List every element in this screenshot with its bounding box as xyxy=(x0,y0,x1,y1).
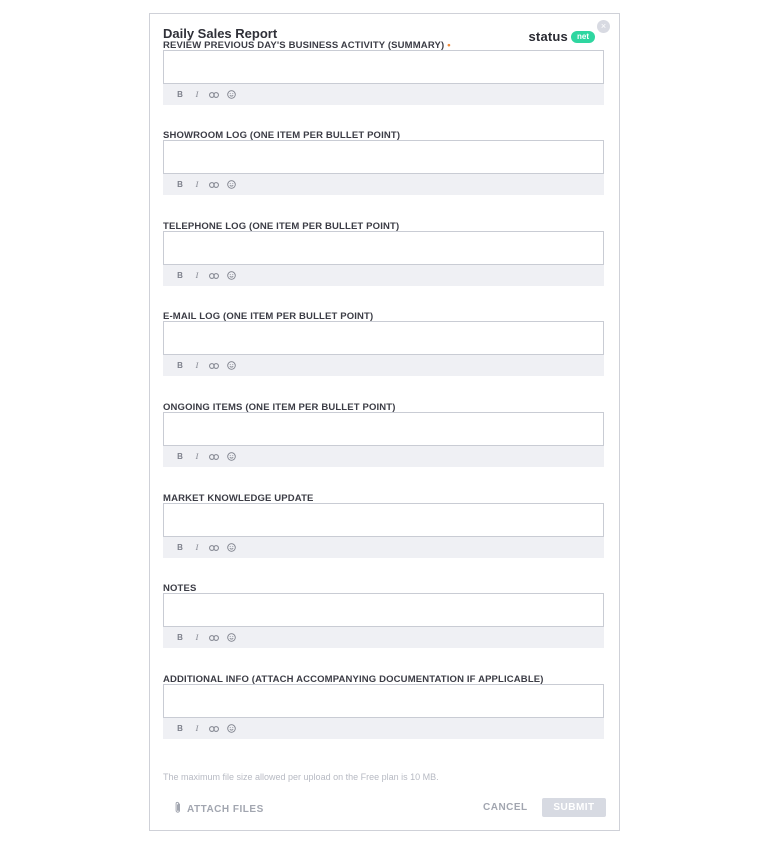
italic-button[interactable]: I xyxy=(192,724,202,733)
bold-button[interactable]: B xyxy=(175,724,185,733)
smiley-icon[interactable] xyxy=(226,724,236,733)
field-ongoing-items: ONGOING ITEMS (ONE ITEM PER BULLET POINT… xyxy=(163,401,605,467)
bold-button[interactable]: B xyxy=(175,633,185,642)
italic-button[interactable]: I xyxy=(192,271,202,280)
cancel-button[interactable]: CANCEL xyxy=(483,802,528,813)
form-panel: Daily Sales Report status net × REVIEW P… xyxy=(149,13,620,831)
bold-button[interactable]: B xyxy=(175,361,185,370)
field-showroom-log: SHOWROOM LOG (ONE ITEM PER BULLET POINT)… xyxy=(163,129,605,195)
link-icon[interactable] xyxy=(209,725,219,732)
market-knowledge-input[interactable] xyxy=(163,503,604,537)
smiley-icon[interactable] xyxy=(226,543,236,552)
smiley-icon[interactable] xyxy=(226,452,236,461)
link-icon[interactable] xyxy=(209,453,219,460)
ongoing-items-input[interactable] xyxy=(163,412,604,446)
smiley-icon[interactable] xyxy=(226,90,236,99)
bold-button[interactable]: B xyxy=(175,180,185,189)
formatting-toolbar: B I xyxy=(163,537,604,558)
required-marker: • xyxy=(447,40,451,51)
notes-input[interactable] xyxy=(163,593,604,627)
link-icon[interactable] xyxy=(209,544,219,551)
smiley-icon[interactable] xyxy=(226,180,236,189)
upload-size-note: The maximum file size allowed per upload… xyxy=(163,772,439,782)
bold-button[interactable]: B xyxy=(175,452,185,461)
italic-button[interactable]: I xyxy=(192,361,202,370)
smiley-icon[interactable] xyxy=(226,361,236,370)
formatting-toolbar: B I xyxy=(163,718,604,739)
field-telephone-log: TELEPHONE LOG (ONE ITEM PER BULLET POINT… xyxy=(163,220,605,286)
formatting-toolbar: B I xyxy=(163,627,604,648)
field-additional-info: ADDITIONAL INFO (ATTACH ACCOMPANYING DOC… xyxy=(163,673,605,739)
additional-info-input[interactable] xyxy=(163,684,604,718)
link-icon[interactable] xyxy=(209,634,219,641)
paperclip-icon xyxy=(174,801,187,817)
bold-button[interactable]: B xyxy=(175,90,185,99)
telephone-log-input[interactable] xyxy=(163,231,604,265)
field-review-summary: REVIEW PREVIOUS DAY'S BUSINESS ACTIVITY … xyxy=(163,39,605,105)
field-email-log: E-MAIL LOG (ONE ITEM PER BULLET POINT) B… xyxy=(163,310,605,376)
field-market-knowledge: MARKET KNOWLEDGE UPDATE B I xyxy=(163,492,605,558)
review-summary-input[interactable] xyxy=(163,50,604,84)
close-icon[interactable]: × xyxy=(597,20,610,33)
bold-button[interactable]: B xyxy=(175,543,185,552)
link-icon[interactable] xyxy=(209,91,219,98)
formatting-toolbar: B I xyxy=(163,446,604,467)
italic-button[interactable]: I xyxy=(192,543,202,552)
attach-files-button[interactable]: ATTACH FILES xyxy=(174,801,264,817)
formatting-toolbar: B I xyxy=(163,174,604,195)
smiley-icon[interactable] xyxy=(226,633,236,642)
formatting-toolbar: B I xyxy=(163,355,604,376)
italic-button[interactable]: I xyxy=(192,633,202,642)
email-log-input[interactable] xyxy=(163,321,604,355)
bold-button[interactable]: B xyxy=(175,271,185,280)
link-icon[interactable] xyxy=(209,362,219,369)
formatting-toolbar: B I xyxy=(163,84,604,105)
formatting-toolbar: B I xyxy=(163,265,604,286)
italic-button[interactable]: I xyxy=(192,452,202,461)
field-notes: NOTES B I xyxy=(163,582,605,648)
link-icon[interactable] xyxy=(209,272,219,279)
smiley-icon[interactable] xyxy=(226,271,236,280)
submit-button[interactable]: SUBMIT xyxy=(542,798,606,817)
italic-button[interactable]: I xyxy=(192,90,202,99)
field-label: ADDITIONAL INFO (ATTACH ACCOMPANYING DOC… xyxy=(163,674,544,685)
link-icon[interactable] xyxy=(209,181,219,188)
attach-files-label: ATTACH FILES xyxy=(187,803,264,815)
showroom-log-input[interactable] xyxy=(163,140,604,174)
italic-button[interactable]: I xyxy=(192,180,202,189)
